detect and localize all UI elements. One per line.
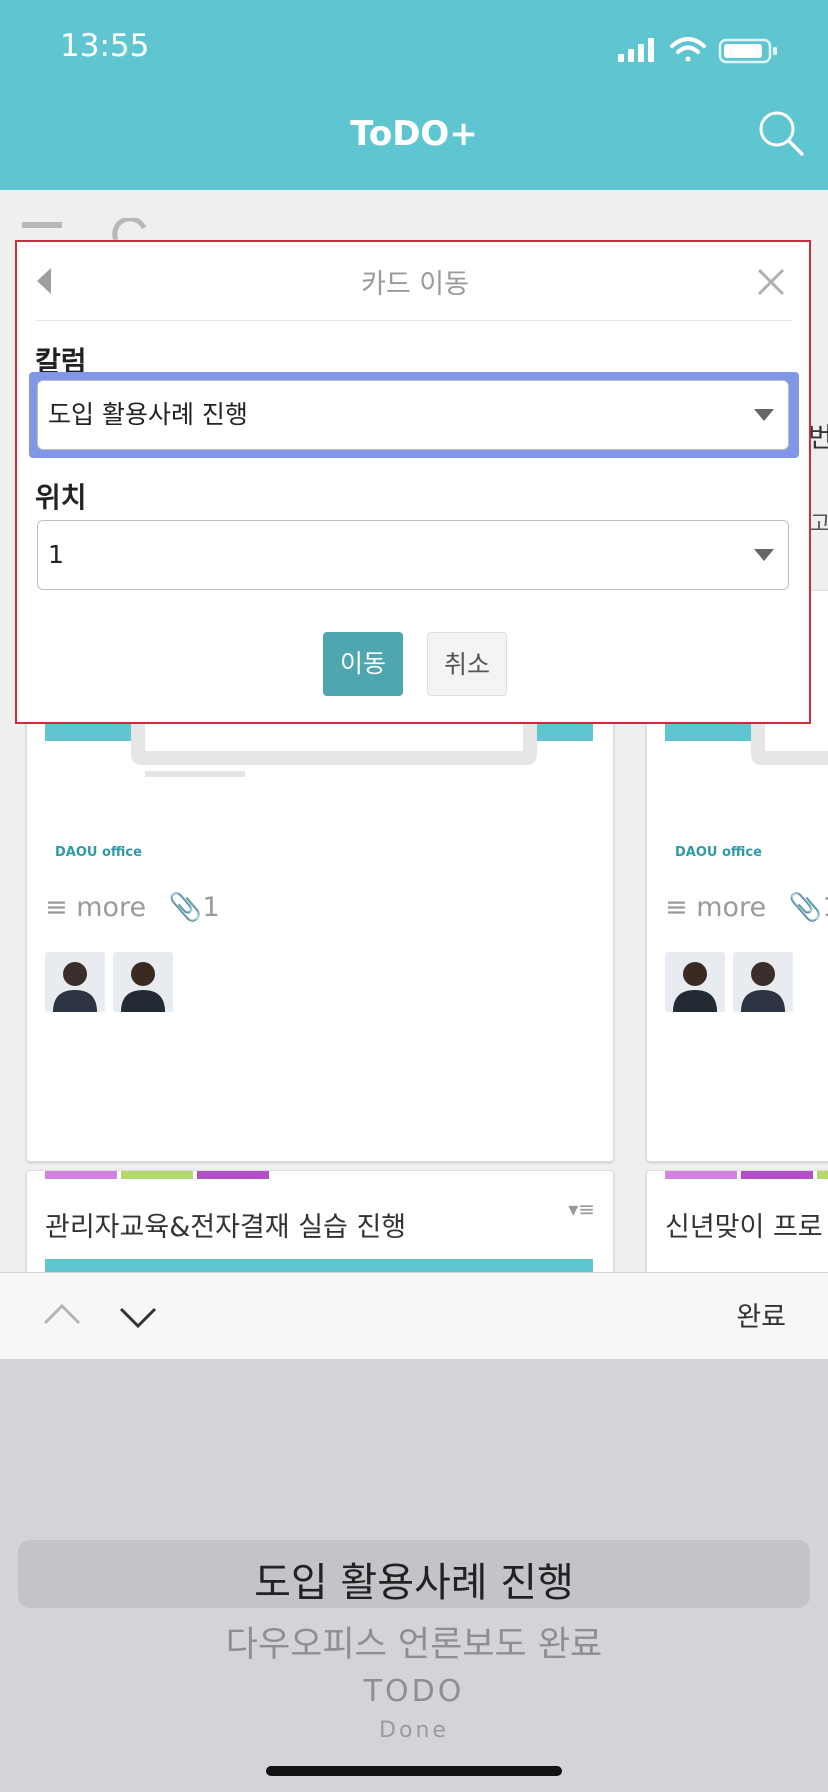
- battery-icon: [718, 38, 777, 64]
- board-card[interactable]: 관리자교육&전자결재 실습 진행 ▾≡: [26, 1170, 614, 1272]
- description-icon: ≡: [45, 892, 68, 923]
- picker-option[interactable]: Done: [0, 1718, 828, 1743]
- app-title: ToDO+: [350, 114, 478, 154]
- attachment-icon: 📎: [788, 892, 823, 923]
- column-peek-subtitle: 고: [810, 512, 828, 537]
- attachment-count: 1: [822, 892, 828, 923]
- description-icon: ▾≡: [568, 1197, 595, 1221]
- dialog-title: 카드 이동: [361, 269, 469, 300]
- position-label: 위치: [35, 481, 87, 514]
- done-button[interactable]: 완료: [736, 1295, 786, 1334]
- move-card-dialog: 카드 이동 칼럼 도입 활용사례 진행 위치 1 이동 취소: [15, 240, 811, 724]
- picker-option[interactable]: TODO: [0, 1674, 828, 1709]
- status-icons: [618, 37, 777, 64]
- status-time: 13:55: [60, 28, 150, 64]
- card-title: 관리자교육&전자결재 실습 진행: [45, 1212, 407, 1243]
- move-button[interactable]: 이동: [323, 632, 403, 696]
- daou-office-logo: DAOU office: [55, 845, 142, 860]
- position-select[interactable]: 1: [37, 520, 789, 590]
- cancel-button[interactable]: 취소: [427, 632, 507, 696]
- avatar: [733, 952, 793, 1012]
- attachment-count: 1: [202, 892, 220, 923]
- cellular-signal-icon: [618, 38, 654, 62]
- daou-office-logo: DAOU office: [675, 845, 762, 860]
- more-label: more: [76, 892, 147, 923]
- position-select-value: 1: [48, 540, 64, 569]
- home-indicator: [266, 1766, 562, 1776]
- picker-toolbar: 완료: [0, 1272, 828, 1360]
- card-title: 신년맞이 프로: [665, 1212, 823, 1243]
- more-label: more: [696, 892, 767, 923]
- dialog-divider: [35, 320, 793, 321]
- chevron-down-icon: [754, 409, 774, 421]
- board-card[interactable]: 신년맞이 프로: [646, 1170, 828, 1272]
- wifi-icon: [670, 37, 706, 62]
- description-icon: ≡: [665, 892, 688, 923]
- picker-option-selected[interactable]: 도입 활용사례 진행: [0, 1550, 828, 1608]
- picker-option[interactable]: 다우오피스 언론보도 완료: [0, 1616, 828, 1667]
- search-icon[interactable]: [756, 108, 806, 158]
- close-icon[interactable]: [755, 266, 787, 298]
- avatar: [665, 952, 725, 1012]
- column-select-value: 도입 활용사례 진행: [48, 400, 248, 429]
- column-peek-title: 번: [808, 423, 828, 454]
- avatar: [45, 952, 105, 1012]
- chevron-down-icon[interactable]: [118, 1305, 158, 1331]
- picker-wheel[interactable]: 도입 활용사례 진행 다우오피스 언론보도 완료 TODO Done: [0, 1360, 828, 1792]
- chevron-up-icon[interactable]: [42, 1301, 82, 1327]
- chevron-down-icon: [754, 549, 774, 561]
- attachment-icon: 📎: [168, 892, 203, 923]
- avatar: [113, 952, 173, 1012]
- column-select[interactable]: 도입 활용사례 진행: [37, 380, 789, 450]
